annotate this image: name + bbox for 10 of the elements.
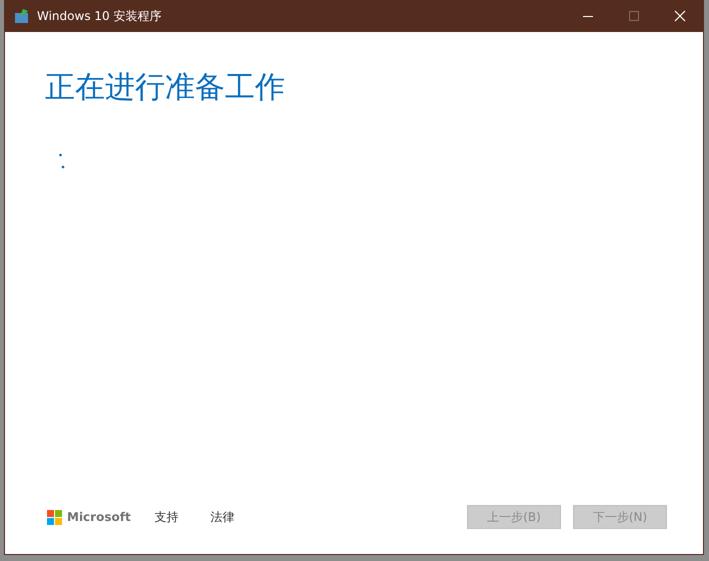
footer-link[interactable]: 支持 [154,508,179,526]
microsoft-logo-icon [47,510,62,524]
page-heading: 正在进行准备工作 [45,69,286,107]
brand-name: Microsoft [67,510,131,524]
installer-icon [14,8,30,24]
window-title: Windows 10 安装程序 [37,8,162,24]
close-icon [674,10,686,22]
footer-link[interactable]: 法律 [210,508,235,526]
maximize-icon [629,11,639,21]
spinner-drawing [59,153,65,169]
